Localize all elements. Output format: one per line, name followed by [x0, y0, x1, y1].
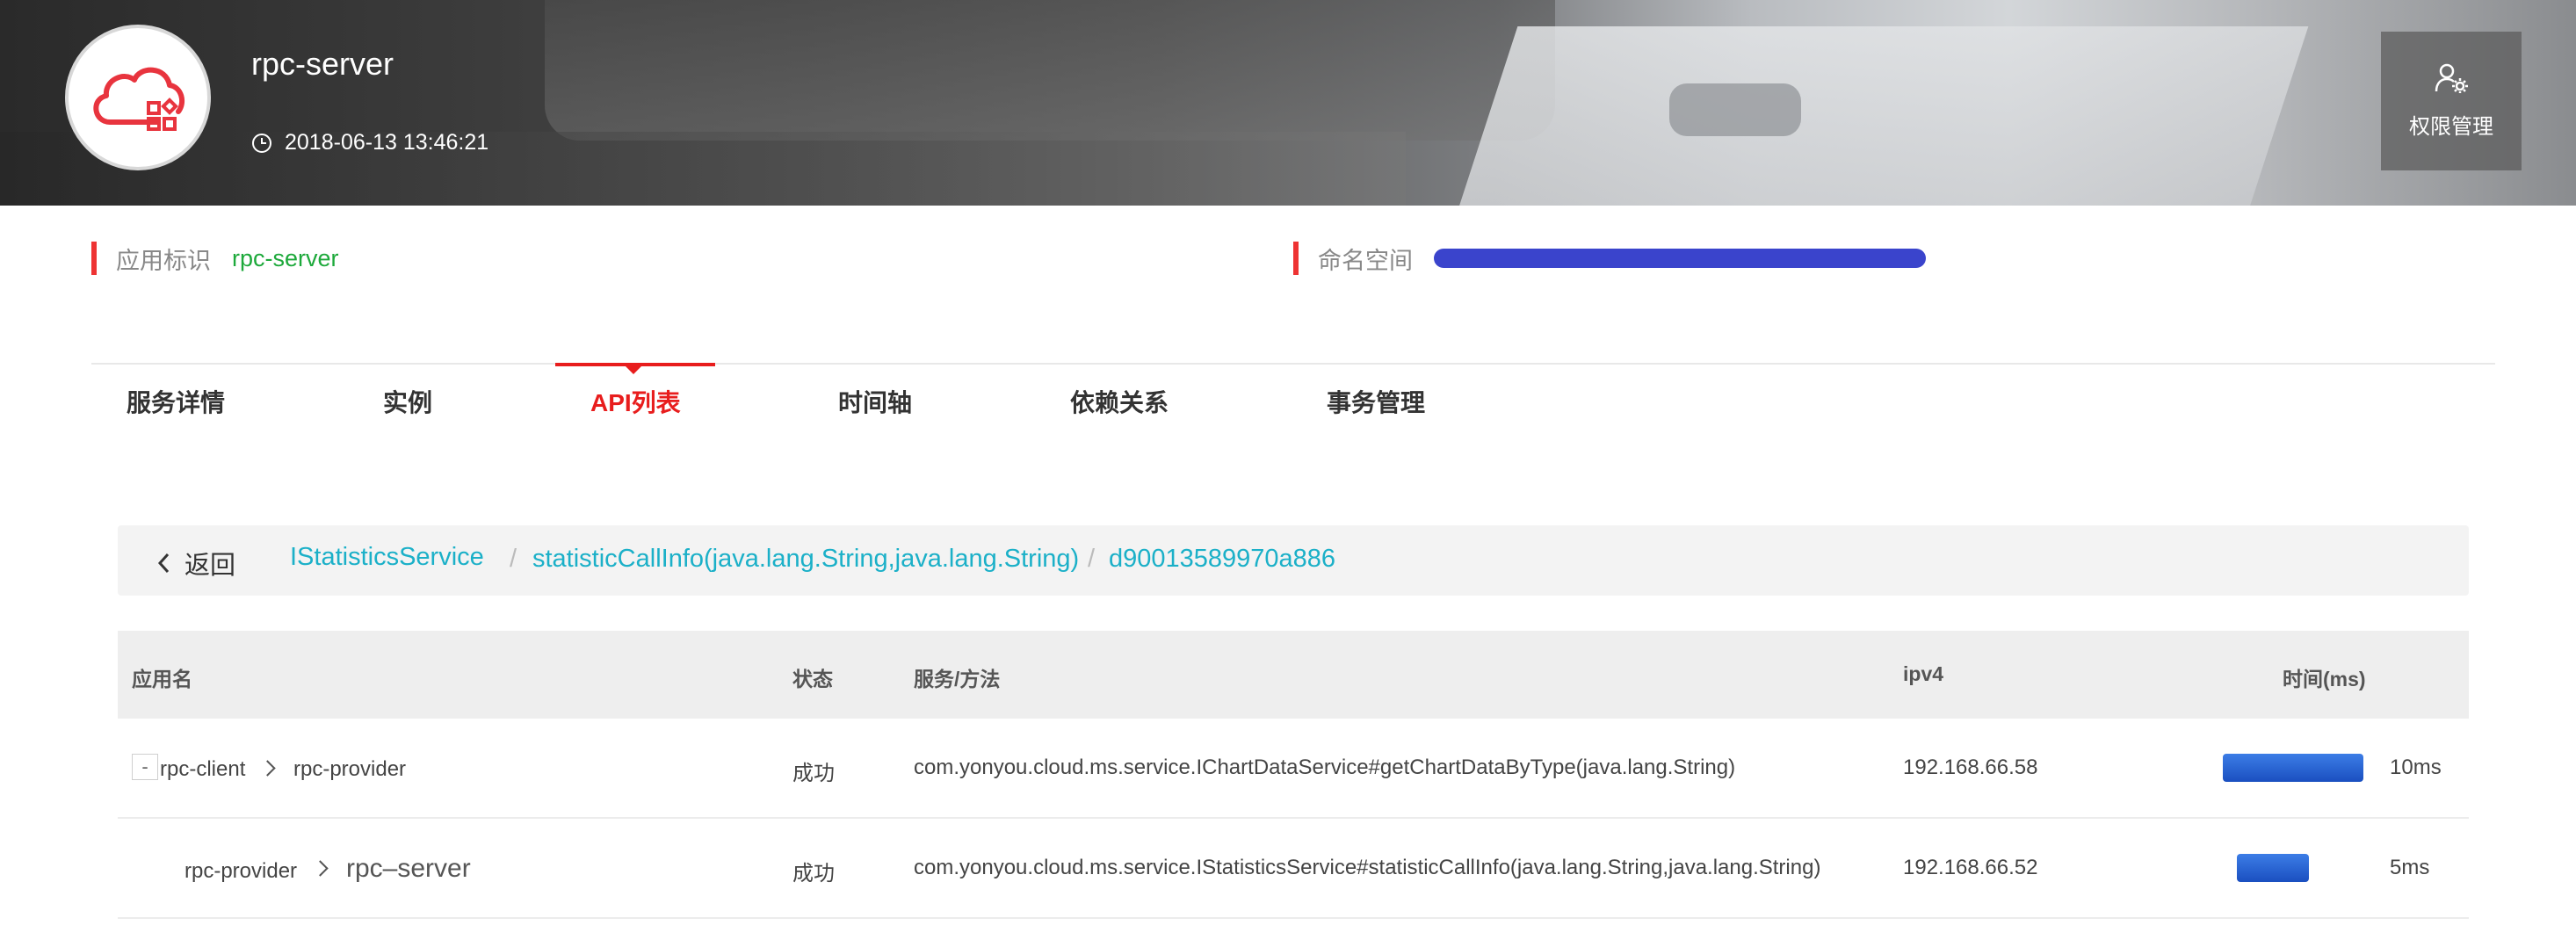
breadcrumb-separator: /: [1088, 545, 1096, 573]
status-text: 成功: [792, 862, 835, 886]
tab-api-list[interactable]: API列表: [590, 384, 681, 419]
app-id-label: 应用标识: [116, 247, 211, 274]
tab-service-details[interactable]: 服务详情: [127, 384, 225, 419]
column-header-time: 时间(ms): [2283, 668, 2366, 690]
cloud-app-icon: [93, 67, 185, 131]
method-text: com.yonyou.cloud.ms.service.IChartDataSe…: [914, 755, 1736, 779]
column-header-ipv4: ipv4: [1903, 662, 1944, 685]
caller-app: rpc-client: [160, 757, 246, 781]
app-id-value: rpc-server: [232, 244, 339, 271]
ipv4-text: 192.168.66.58: [1903, 755, 2038, 779]
redaction-mark: [1434, 249, 1926, 268]
permission-button-label: 权限管理: [2409, 114, 2493, 139]
user-gear-icon: [2435, 63, 2468, 93]
chevron-right-icon: [312, 860, 329, 877]
breadcrumb-method[interactable]: statisticCallInfo(java.lang.String,java.…: [532, 545, 1079, 574]
table-row: - rpc-client rpc-provider 成功 com.yonyou.…: [118, 719, 2469, 819]
tabs-divider: [91, 363, 2495, 365]
status-text: 成功: [792, 762, 835, 785]
app-logo: [65, 25, 211, 170]
duration-bar: [2237, 854, 2309, 882]
caller-app: rpc-provider: [185, 859, 298, 883]
method-text: com.yonyou.cloud.ms.service.IStatisticsS…: [914, 856, 1821, 879]
chevron-right-icon: [259, 760, 276, 777]
tab-transactions[interactable]: 事务管理: [1327, 384, 1425, 419]
banner-background-shape: [1451, 26, 2309, 206]
banner-background-shape: [0, 132, 1406, 206]
back-label: 返回: [185, 552, 236, 580]
banner-background-shape: [1669, 83, 1801, 136]
back-button[interactable]: 返回: [156, 545, 235, 582]
header-banner: rpc-server 2018-06-13 13:46:21 权限管理: [0, 0, 2576, 206]
namespace-info: 命名空间: [1293, 242, 1926, 275]
breadcrumb-service[interactable]: IStatisticsService: [290, 543, 484, 572]
accent-bar: [1293, 242, 1299, 275]
callee-app: rpc-provider: [293, 757, 407, 781]
clock-icon: [252, 133, 271, 153]
breadcrumb: 返回 IStatisticsService / statisticCallInf…: [118, 525, 2469, 596]
permission-management-button[interactable]: 权限管理: [2381, 32, 2522, 170]
tab-dependencies[interactable]: 依赖关系: [1070, 384, 1169, 419]
callee-app: rpc–server: [346, 854, 471, 883]
duration-text: 10ms: [2390, 755, 2442, 779]
table-row: rpc-provider rpc–server 成功 com.yonyou.cl…: [118, 819, 2469, 919]
tab-timeline[interactable]: 时间轴: [838, 384, 912, 419]
breadcrumb-trace-id[interactable]: d90013589970a886: [1109, 545, 1335, 574]
column-header-status: 状态: [792, 668, 833, 690]
accent-bar: [91, 242, 97, 275]
table-header: 应用名 状态 服务/方法 ipv4 时间(ms): [118, 631, 2469, 719]
collapse-toggle[interactable]: -: [132, 754, 158, 780]
duration-text: 5ms: [2390, 856, 2430, 879]
timestamp-text: 2018-06-13 13:46:21: [285, 130, 489, 155]
chevron-left-icon: [157, 553, 170, 574]
ipv4-text: 192.168.66.52: [1903, 856, 2038, 879]
banner-background-shape: [545, 0, 1555, 141]
column-header-app: 应用名: [132, 668, 192, 690]
active-tab-caret: [626, 366, 641, 374]
namespace-label: 命名空间: [1318, 247, 1413, 274]
column-header-method: 服务/方法: [914, 668, 1001, 690]
app-timestamp: 2018-06-13 13:46:21: [251, 130, 488, 155]
app-id-info: 应用标识 rpc-server: [91, 242, 339, 275]
duration-bar: [2223, 754, 2363, 782]
tab-instances[interactable]: 实例: [383, 384, 432, 419]
breadcrumb-separator: /: [510, 545, 517, 573]
app-title: rpc-server: [251, 46, 394, 82]
